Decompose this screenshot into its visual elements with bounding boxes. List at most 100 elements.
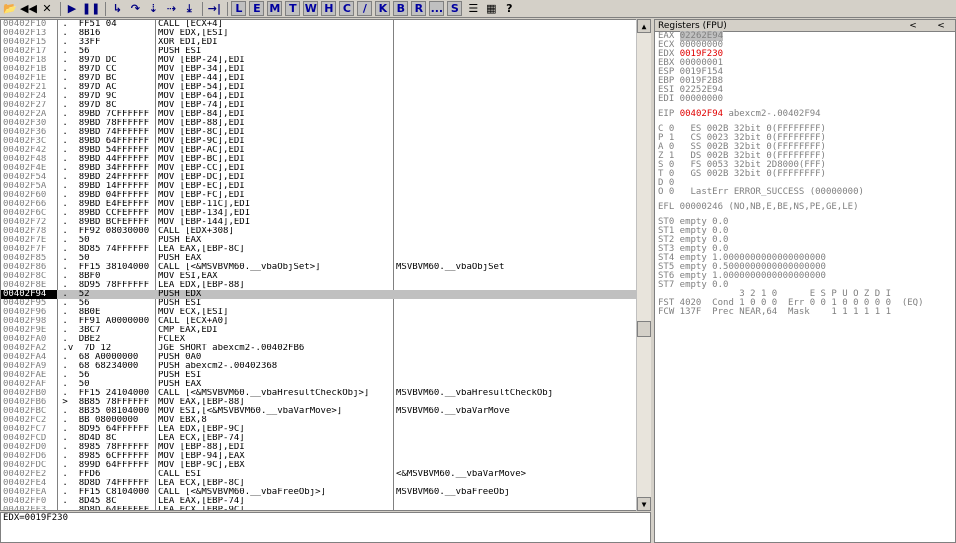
disasm-row[interactable]: 00402F3C . 89BD 64FFFFFF MOV [EBP-9C],EDI [1,137,650,146]
disasm-row[interactable]: 00402F8C . 8BF0 MOV ESI,EAX [1,272,650,281]
window-button-11[interactable]: ... [429,1,445,16]
disasm-row[interactable]: 00402F42 . 89BD 54FFFFFF MOV [EBP-AC],EDI [1,146,650,155]
disasm-row[interactable]: 00402FE4 . 8D8D 74FFFFFF LEA ECX,[EBP-8C] [1,479,650,488]
rewind-icon[interactable]: ◀◀ [20,1,37,17]
disasm-row[interactable]: 00402FD6 . 8985 6CFFFFFF MOV [EBP-94],EAX [1,452,650,461]
disasm-mark: . [57,200,68,209]
disasm-row[interactable]: 00402FB6 > 8B85 78FFFFFF MOV EAX,[EBP-88] [1,398,650,407]
disasm-row[interactable]: 00402F36 . 89BD 74FFFFFF MOV [EBP-8C],EDI [1,128,650,137]
scroll-down-icon[interactable]: ▼ [637,497,651,511]
window-button-5[interactable]: H [321,1,337,16]
disasm-row[interactable]: 00402FC2 . BB 08000000 MOV EBX,8 [1,416,650,425]
disasm-row[interactable]: 00402F72 . 89BD BCFEFFFF MOV [EBP-144],ED… [1,218,650,227]
disasm-row[interactable]: 00402F96 . 8B0E MOV ECX,[ESI] [1,308,650,317]
disasm-row[interactable]: 00402F60 . 89BD 04FFFFFF MOV [EBP-FC],EDI [1,191,650,200]
window-button-10[interactable]: R [411,1,427,16]
chevron-left-icon[interactable]: < [927,20,955,31]
disasm-row[interactable]: 00402FA4 . 68 A0000000 PUSH 0A0 [1,353,650,362]
disasm-row[interactable]: 00402FAE . 56 PUSH ESI [1,371,650,380]
disasm-row[interactable]: 00402FC7 . 8D95 64FFFFFF LEA EDX,[EBP-9C] [1,425,650,434]
window-icon[interactable]: ▦ [483,1,499,17]
disasm-row[interactable]: 00402FAF . 50 PUSH EAX [1,380,650,389]
step-over-icon[interactable]: ↷ [127,1,143,17]
disasm-row[interactable]: 00402F66 . 89BD E4FEFFFF MOV [EBP-11C],ED… [1,200,650,209]
disasm-row[interactable]: 00402FA0 . DBE2 FCLEX [1,335,650,344]
disasm-row[interactable]: 00402F10 . FF51 04 CALL [ECX+4] [1,20,650,29]
execute-till-return-icon[interactable]: ⤓ [181,1,197,17]
goto-icon[interactable]: →| [206,1,222,17]
register-line[interactable]: O 0 LastErr ERROR_SUCCESS (00000000) [655,188,955,197]
window-button-4[interactable]: W [303,1,319,16]
run-icon[interactable]: ▶ [64,1,80,17]
disasm-row[interactable]: 00402F7E . 50 PUSH EAX [1,236,650,245]
disasm-row[interactable]: 00402F7F . 8D85 74FFFFFF LEA EAX,[EBP-8C] [1,245,650,254]
disasm-row[interactable]: 00402F21 . 897D AC MOV [EBP-54],EDI [1,83,650,92]
disasm-row[interactable]: 00402F27 . 897D 8C MOV [EBP-74],EDI [1,101,650,110]
disasm-row[interactable]: 00402F1B . 897D CC MOV [EBP-34],EDI [1,65,650,74]
disasm-row[interactable]: 00402F17 . 56 PUSH ESI [1,47,650,56]
disasm-row[interactable]: 00402FDC . 899D 64FFFFFF MOV [EBP-9C],EBX [1,461,650,470]
list-icon[interactable]: ☰ [465,1,481,17]
disasm-row[interactable]: 00402F8E . 8D95 78FFFFFF LEA EDX,[EBP-88] [1,281,650,290]
disasm-row[interactable]: 00402F78 . FF92 08030000 CALL [EDX+308] [1,227,650,236]
disasm-row[interactable]: 00402F30 . 89BD 78FFFFFF MOV [EBP-88],EDI [1,119,650,128]
window-button-8[interactable]: K [375,1,391,16]
register-line[interactable]: EIP 00402F94 abexcm2-.00402F94 [655,110,955,119]
register-line[interactable]: EFL 00000246 (NO,NB,E,BE,NS,PE,GE,LE) [655,203,955,212]
window-button-1[interactable]: E [249,1,265,16]
disasm-row[interactable]: 00402F86 . FF15 38104000 CALL [<&MSVBVM60… [1,263,650,272]
disasm-row[interactable]: 00402FF3 . 8D8D 64FFFFFF LEA ECX,[EBP-9C] [1,506,650,510]
disasm-row[interactable]: 00402F54 . 89BD 24FFFFFF MOV [EBP-DC],EDI [1,173,650,182]
register-line[interactable]: T 0 GS 002B 32bit 0(FFFFFFFF) [655,170,955,179]
disasm-row[interactable]: 00402FF0 . 8D45 8C LEA EAX,[EBP-74] [1,497,650,506]
disasm-row[interactable]: 00402FCD . 8D4D 8C LEA ECX,[EBP-74] [1,434,650,443]
chevron-left-icon[interactable]: < [899,20,927,31]
disasm-row[interactable]: 00402F18 . 897D DC MOV [EBP-24],EDI [1,56,650,65]
disasm-row[interactable]: 00402FA2 .v 7D 12 JGE SHORT abexcm2-.0040… [1,344,650,353]
disassembly-pane[interactable]: 00402F10 . FF51 04 CALL [ECX+4] 00402F13 .… [0,19,651,511]
open-icon[interactable]: 📂 [2,1,18,17]
disasm-row[interactable]: 00402FE2 . FFD6 CALL ESI <&MSVBVM60.__vbaV… [1,470,650,479]
disassembly-scrollbar[interactable]: ▲ ▼ [636,19,651,511]
disasm-row[interactable]: 00402F4E . 89BD 34FFFFFF MOV [EBP-CC],EDI [1,164,650,173]
window-button-12[interactable]: S [447,1,463,16]
trace-over-icon[interactable]: ⇢ [163,1,179,17]
scroll-thumb[interactable] [637,321,651,337]
disasm-row[interactable]: 00402FB0 . FF15 24104000 CALL [<&MSVBVM60… [1,389,650,398]
disasm-row[interactable]: 00402FD0 . 8985 78FFFFFF MOV [EBP-88],EDI [1,443,650,452]
disasm-row[interactable]: 00402F98 . FF91 A0000000 CALL [ECX+A0] [1,317,650,326]
window-button-6[interactable]: C [339,1,355,16]
disasm-row[interactable]: 00402F85 . 50 PUSH EAX [1,254,650,263]
disasm-address: 00402F27 [3,101,47,110]
window-button-3[interactable]: T [285,1,301,16]
help-icon[interactable]: ? [501,1,517,17]
registers-pane[interactable]: Registers (FPU) < < EAX 02262E94 ECX 0000… [654,19,956,543]
disasm-row[interactable]: 00402FBC . 8B35 08104000 MOV ESI,[<&MSVBV… [1,407,650,416]
disasm-address: 00402F85 [3,254,47,263]
window-button-7[interactable]: / [357,1,373,16]
window-button-0[interactable]: L [231,1,247,16]
trace-into-icon[interactable]: ⇣ [145,1,161,17]
window-button-9[interactable]: B [393,1,409,16]
register-line[interactable]: FCW 137F Prec NEAR,64 Mask 1 1 1 1 1 1 [655,308,955,317]
disasm-row[interactable]: 00402F13 . 8B16 MOV EDX,[ESI] [1,29,650,38]
disasm-row[interactable]: 00402F94 . 52 PUSH EDX [1,290,650,299]
step-into-icon[interactable]: ↳ [109,1,125,17]
disasm-row[interactable]: 00402F1E . 897D BC MOV [EBP-44],EDI [1,74,650,83]
disasm-row[interactable]: 00402F9E . 3BC7 CMP EAX,EDI [1,326,650,335]
disasm-address: 00402F13 [3,29,47,38]
disasm-row[interactable]: 00402F6C . 89BD CCFEFFFF MOV [EBP-134],ED… [1,209,650,218]
pause-icon[interactable]: ❚❚ [82,1,100,17]
window-button-2[interactable]: M [267,1,283,16]
close-icon[interactable]: ✕ [39,1,55,17]
scroll-up-icon[interactable]: ▲ [637,19,651,33]
disasm-row[interactable]: 00402FA9 . 68 68234000 PUSH abexcm2-.0040… [1,362,650,371]
disasm-row[interactable]: 00402F2A . 89BD 7CFFFFFF MOV [EBP-84],EDI [1,110,650,119]
disasm-row[interactable]: 00402F15 . 33FF XOR EDI,EDI [1,38,650,47]
disasm-row[interactable]: 00402F5A . 89BD 14FFFFFF MOV [EBP-EC],EDI [1,182,650,191]
disasm-row[interactable]: 00402F24 . 897D 9C MOV [EBP-64],EDI [1,92,650,101]
register-line[interactable]: EDI 00000000 [655,95,955,104]
disasm-row[interactable]: 00402F95 . 56 PUSH ESI [1,299,650,308]
disasm-row[interactable]: 00402FEA . FF15 C8104000 CALL [<&MSVBVM60… [1,488,650,497]
disasm-row[interactable]: 00402F48 . 89BD 44FFFFFF MOV [EBP-BC],EDI [1,155,650,164]
